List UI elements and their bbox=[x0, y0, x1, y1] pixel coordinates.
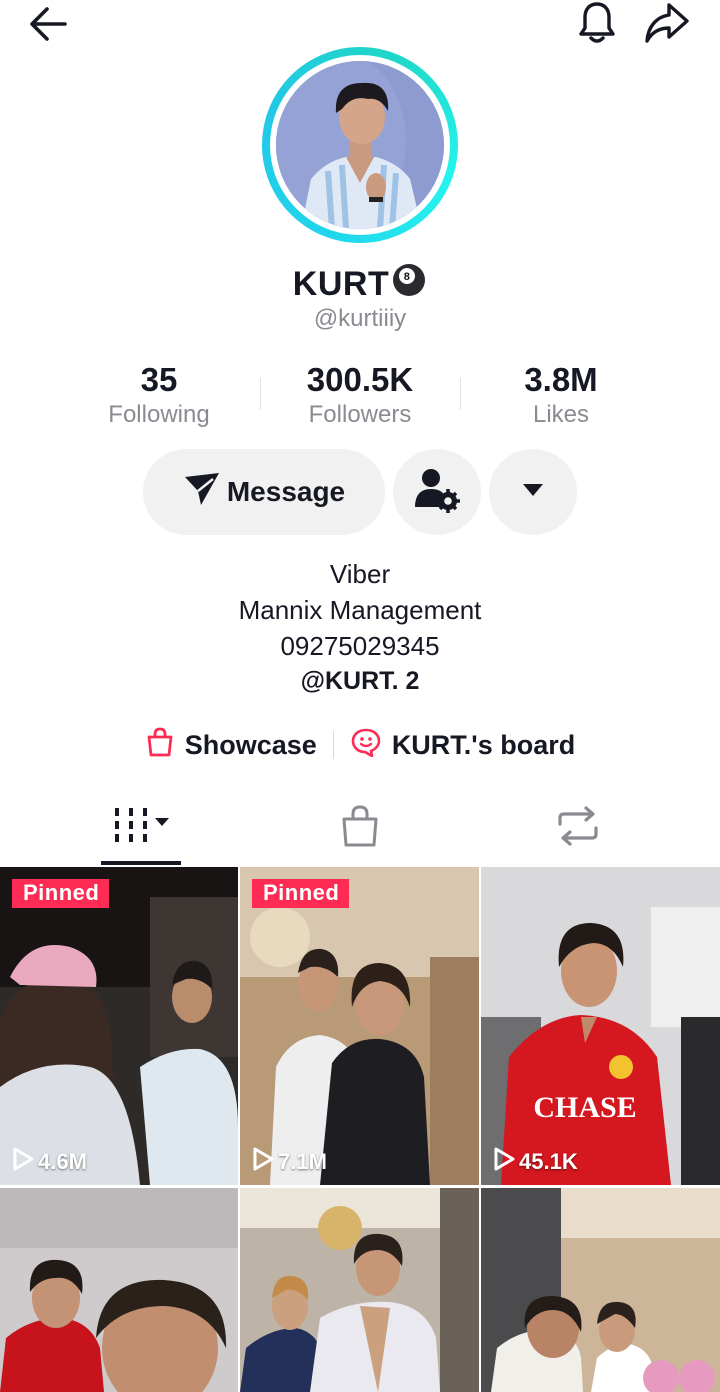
video-thumbnail[interactable]: Pinned 4.6M bbox=[0, 867, 238, 1185]
back-arrow-icon[interactable] bbox=[22, 2, 72, 46]
stat-likes: 3.8M Likes bbox=[461, 360, 661, 430]
video-thumbnail[interactable]: Pinned 7.1M bbox=[240, 867, 479, 1185]
share-icon[interactable] bbox=[640, 0, 694, 46]
eight-ball-icon: 8 bbox=[391, 262, 427, 307]
play-icon bbox=[12, 1147, 34, 1177]
view-count: 45.1K bbox=[493, 1147, 578, 1177]
view-count: 4.6M bbox=[12, 1147, 87, 1177]
caret-down-icon bbox=[521, 482, 545, 503]
play-icon bbox=[493, 1147, 515, 1177]
play-icon bbox=[252, 1147, 274, 1177]
tab-reposts[interactable] bbox=[538, 790, 618, 866]
avatar-ring[interactable] bbox=[262, 47, 458, 243]
friend-settings-button[interactable] bbox=[393, 449, 481, 535]
display-name-text: KURT bbox=[292, 265, 390, 303]
display-name: KURT 8 bbox=[0, 262, 720, 307]
profile-links: Showcase KURT.'s board bbox=[0, 722, 720, 768]
view-count-text: 4.6M bbox=[38, 1149, 87, 1174]
bio-mention-link[interactable]: @KURT. 2 bbox=[0, 667, 720, 696]
video-thumbnail[interactable] bbox=[0, 1188, 238, 1392]
followers-label: Followers bbox=[308, 401, 412, 428]
following-count: 35 bbox=[140, 361, 178, 398]
message-button[interactable]: Message bbox=[143, 449, 385, 535]
stat-followers[interactable]: 300.5K Followers bbox=[260, 360, 460, 430]
bio-line: 09275029345 bbox=[280, 631, 440, 661]
shop-bag-icon bbox=[340, 804, 380, 852]
video-thumbnail[interactable]: CHASE 45.1K bbox=[481, 867, 720, 1185]
view-count: 7.1M bbox=[252, 1147, 327, 1177]
pinned-badge: Pinned bbox=[12, 879, 110, 908]
video-thumbnail[interactable] bbox=[240, 1188, 479, 1392]
avatar bbox=[276, 61, 444, 229]
bell-icon[interactable] bbox=[572, 0, 622, 46]
stat-following[interactable]: 35 Following bbox=[59, 360, 259, 430]
repost-icon bbox=[556, 805, 600, 851]
video-thumbnail-image: CHASE bbox=[481, 867, 720, 1185]
links-divider bbox=[332, 731, 334, 759]
video-thumbnail-image bbox=[0, 1188, 238, 1392]
bio-line: Mannix Management bbox=[238, 595, 482, 625]
videos-grid-icon bbox=[109, 806, 173, 851]
video-thumbnail-image bbox=[0, 867, 238, 1185]
following-label: Following bbox=[108, 401, 210, 428]
user-gear-icon bbox=[413, 467, 461, 518]
more-dropdown-button[interactable] bbox=[489, 449, 577, 535]
video-thumbnail-image bbox=[481, 1188, 720, 1392]
view-count-text: 45.1K bbox=[519, 1149, 578, 1174]
showcase-label: Showcase bbox=[184, 729, 317, 760]
likes-count: 3.8M bbox=[524, 361, 598, 398]
view-count-text: 7.1M bbox=[278, 1149, 327, 1174]
tab-videos[interactable] bbox=[100, 790, 182, 866]
followers-count: 300.5K bbox=[306, 361, 414, 398]
send-icon bbox=[183, 471, 221, 514]
svg-text:8: 8 bbox=[404, 271, 411, 283]
content-tabs bbox=[0, 790, 720, 866]
board-label: KURT.'s board bbox=[391, 729, 576, 760]
bio-line: Viber bbox=[329, 559, 391, 589]
tab-shop[interactable] bbox=[320, 790, 400, 866]
board-link[interactable]: KURT.'s board bbox=[350, 727, 575, 764]
video-thumbnail[interactable] bbox=[481, 1188, 720, 1392]
board-chat-icon bbox=[350, 727, 382, 764]
likes-label: Likes bbox=[532, 401, 590, 428]
video-thumbnail-image bbox=[240, 867, 479, 1185]
pinned-badge: Pinned bbox=[252, 879, 350, 908]
showcase-link[interactable]: Showcase bbox=[145, 727, 317, 764]
username: @kurtiiiy bbox=[313, 305, 407, 332]
active-tab-indicator bbox=[101, 861, 181, 865]
video-thumbnail-image bbox=[240, 1188, 479, 1392]
shopping-bag-icon bbox=[145, 727, 175, 764]
message-label: Message bbox=[226, 476, 346, 507]
svg-text:CHASE: CHASE bbox=[533, 1091, 636, 1124]
